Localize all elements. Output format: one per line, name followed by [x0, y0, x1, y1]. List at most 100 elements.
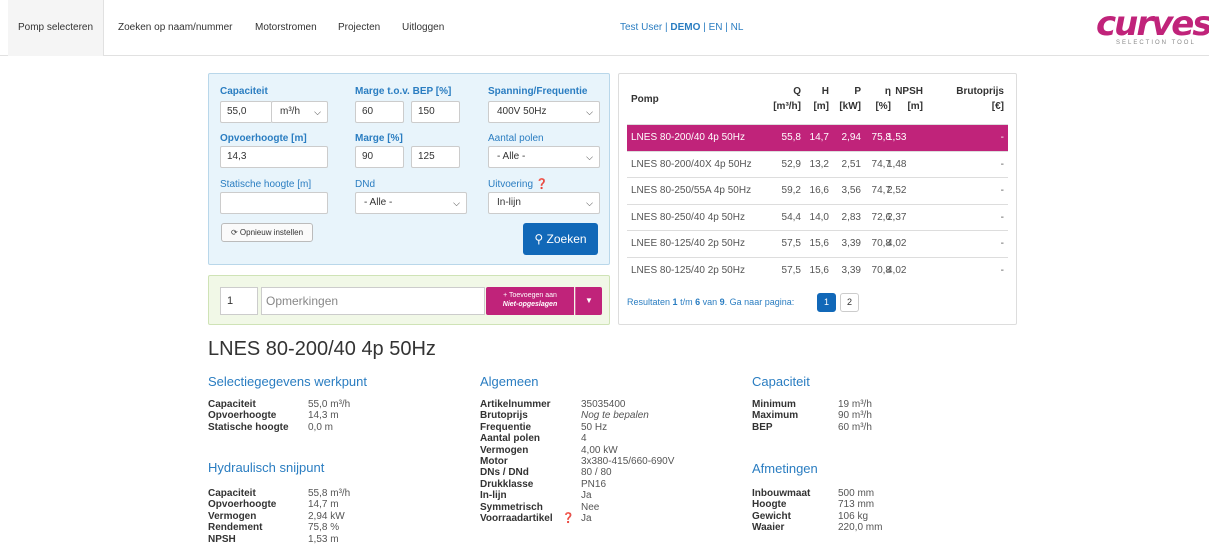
help-icon[interactable]: ❓ — [536, 179, 548, 190]
poles-select[interactable]: - Alle - ⌵ — [488, 146, 600, 168]
detail-key: Waaier — [752, 522, 785, 534]
detail-value: 1,53 m — [308, 533, 339, 545]
page-1-button[interactable]: 1 — [817, 293, 836, 312]
detail-key: Voorraadartikel — [480, 513, 553, 524]
detail-value: 4,00 kW — [581, 444, 618, 456]
dnd-select[interactable]: - Alle - ⌵ — [355, 192, 467, 214]
help-icon[interactable]: ❓ — [562, 513, 574, 524]
cell-price: - — [1000, 211, 1004, 223]
caret-down-icon: ▼ — [585, 296, 593, 305]
cell-h: 16,6 — [809, 185, 829, 196]
detail-key: Frequentie — [480, 421, 532, 433]
col-q[interactable]: Q [m³/h] — [765, 84, 801, 114]
marge-max-input[interactable]: 125 — [411, 146, 460, 168]
cell-p: 3,39 — [841, 264, 861, 276]
dimensions-list: Inbouwmaat 500 mm Hoogte 713 mm Gewicht 106 k… — [752, 488, 952, 534]
table-row[interactable]: LNES 80-200/40X 4p 50Hz 52,9 13,2 2,51 74,7 1… — [627, 150, 1008, 178]
detail-value: 14,3 m — [308, 410, 339, 422]
static-head-label: Statische hoogte [m] — [220, 179, 312, 190]
separator: | — [665, 22, 668, 33]
poles-label: Aantal polen — [488, 133, 544, 144]
detail-key: Artikelnummer — [480, 399, 551, 410]
tab-motorstromen[interactable]: Motorstromen — [245, 0, 327, 56]
separator: | — [703, 22, 706, 33]
hydraulic-list: Capaciteit 55,8 m³/h Opvoerhoogte 14,7 m Ver… — [208, 488, 408, 545]
detail-key: Opvoerhoogte — [208, 410, 277, 422]
table-row[interactable]: LNES 80-200/40 4p 50Hz 55,8 14,7 2,94 75,8 1,… — [627, 124, 1008, 151]
detail-key: Statische hoogte — [208, 421, 289, 433]
capacity-unit-select[interactable]: m³/h ⌵ — [271, 101, 328, 123]
table-row[interactable]: LNEE 80-125/40 2p 50Hz 57,5 15,6 3,39 70,8 4,… — [627, 230, 1008, 257]
execution-label-text: Uitvoering — [488, 179, 534, 190]
general-list: Artikelnummer 35035400 Brutoprijs Nog te be… — [480, 399, 700, 524]
tab-uitloggen[interactable]: Uitloggen — [392, 0, 454, 56]
page-2-button[interactable]: 2 — [840, 293, 859, 312]
cell-q: 54,4 — [781, 211, 801, 223]
marge-bep-min-input[interactable]: 60 — [355, 101, 404, 123]
add-dropdown-toggle[interactable]: ▼ — [575, 287, 602, 315]
cell-npsh: 1,53 — [887, 132, 907, 143]
col-h-unit: [m] — [813, 101, 829, 112]
lang-nl-link[interactable]: NL — [731, 22, 744, 33]
lang-en-link[interactable]: EN — [709, 22, 723, 33]
detail-value: 55,8 m³/h — [308, 488, 351, 499]
quantity-input[interactable]: 1 — [220, 287, 258, 315]
capacity-label: Capaciteit — [220, 86, 268, 97]
col-p-unit: [kW] — [839, 101, 861, 112]
tab-pomp-selecteren[interactable]: Pomp selecteren — [8, 0, 105, 56]
chevron-down-icon: ⌵ — [453, 198, 460, 208]
cell-q: 52,9 — [781, 158, 801, 170]
head-label: Opvoerhoogte [m] — [220, 133, 307, 144]
results-table-body: LNES 80-200/40 4p 50Hz 55,8 14,7 2,94 75,8 1,… — [627, 124, 1008, 283]
table-row[interactable]: LNES 80-125/40 2p 50Hz 57,5 15,6 3,39 70,8 4,… — [627, 256, 1008, 284]
detail-key: Brutoprijs — [480, 410, 528, 422]
col-h[interactable]: H [m] — [805, 84, 829, 114]
chevron-down-icon: ⌵ — [586, 152, 593, 162]
col-p[interactable]: P [kW] — [831, 84, 861, 114]
execution-label: Uitvoering ❓ — [488, 179, 548, 190]
cell-q: 57,5 — [781, 238, 801, 249]
cell-pump-name: LNES 80-200/40 4p 50Hz — [631, 132, 745, 143]
marge-label: Marge [%] — [355, 133, 403, 144]
detail-value: 0,0 m — [308, 421, 334, 433]
general-heading: Algemeen — [480, 374, 539, 389]
col-price-unit: [€] — [991, 101, 1004, 112]
capacity-input[interactable]: 55,0 — [220, 101, 272, 123]
table-row[interactable]: LNES 80-250/55A 4p 50Hz 59,2 16,6 3,56 74,7 2… — [627, 177, 1008, 204]
search-button[interactable]: ⚲ Zoeken — [523, 223, 598, 255]
user-name[interactable]: Test User — [620, 22, 662, 33]
tab-zoeken-op-naam[interactable]: Zoeken op naam/nummer — [108, 0, 243, 56]
static-head-input[interactable] — [220, 192, 328, 214]
detail-value: 14,7 m — [308, 499, 339, 511]
dimensions-heading: Afmetingen — [752, 461, 818, 476]
voltage-select[interactable]: 400V 50Hz ⌵ — [488, 101, 600, 123]
detail-key: BEP — [752, 421, 773, 433]
col-price[interactable]: Brutoprijs [€] — [949, 84, 1004, 114]
marge-bep-max-input[interactable]: 150 — [411, 101, 460, 123]
detail-key: Inbouwmaat — [752, 488, 811, 499]
head-input[interactable]: 14,3 — [220, 146, 328, 168]
col-eta-unit: [%] — [875, 101, 891, 112]
detail-key: Rendement — [208, 522, 263, 534]
add-to-project-button[interactable]: + Toevoegen aan Niet-opgeslagen — [486, 287, 574, 315]
execution-select[interactable]: In-lijn ⌵ — [488, 192, 600, 214]
col-eta[interactable]: η [%] — [867, 84, 891, 114]
col-npsh[interactable]: NPSH [m] — [891, 84, 923, 114]
detail-key: Vermogen — [480, 444, 529, 456]
reset-label: Opnieuw instellen — [239, 228, 304, 237]
detail-key: Hoogte — [752, 499, 787, 511]
reset-button[interactable]: ⟳ Opnieuw instellen — [221, 223, 313, 242]
marge-min-input[interactable]: 90 — [355, 146, 404, 168]
tab-projecten[interactable]: Projecten — [328, 0, 390, 56]
cell-p: 2,83 — [841, 211, 861, 223]
remarks-input[interactable]: Opmerkingen — [261, 287, 485, 315]
table-row[interactable]: LNES 80-250/40 4p 50Hz 54,4 14,0 2,83 72,6 2,… — [627, 203, 1008, 231]
curves-logo[interactable]: curves SELECTION TOOL — [1096, 6, 1209, 50]
col-pump[interactable]: Pomp — [631, 92, 659, 107]
detail-value: 2,94 kW — [308, 510, 345, 522]
col-price-label: Brutoprijs — [956, 86, 1004, 97]
pager-prefix: Resultaten — [627, 297, 671, 307]
pagination-info: Resultaten 1 t/m 6 van 9. Ga naar pagina… — [627, 292, 794, 312]
detail-value: 75,8 % — [308, 522, 340, 534]
detail-key: Drukklasse — [480, 478, 534, 490]
